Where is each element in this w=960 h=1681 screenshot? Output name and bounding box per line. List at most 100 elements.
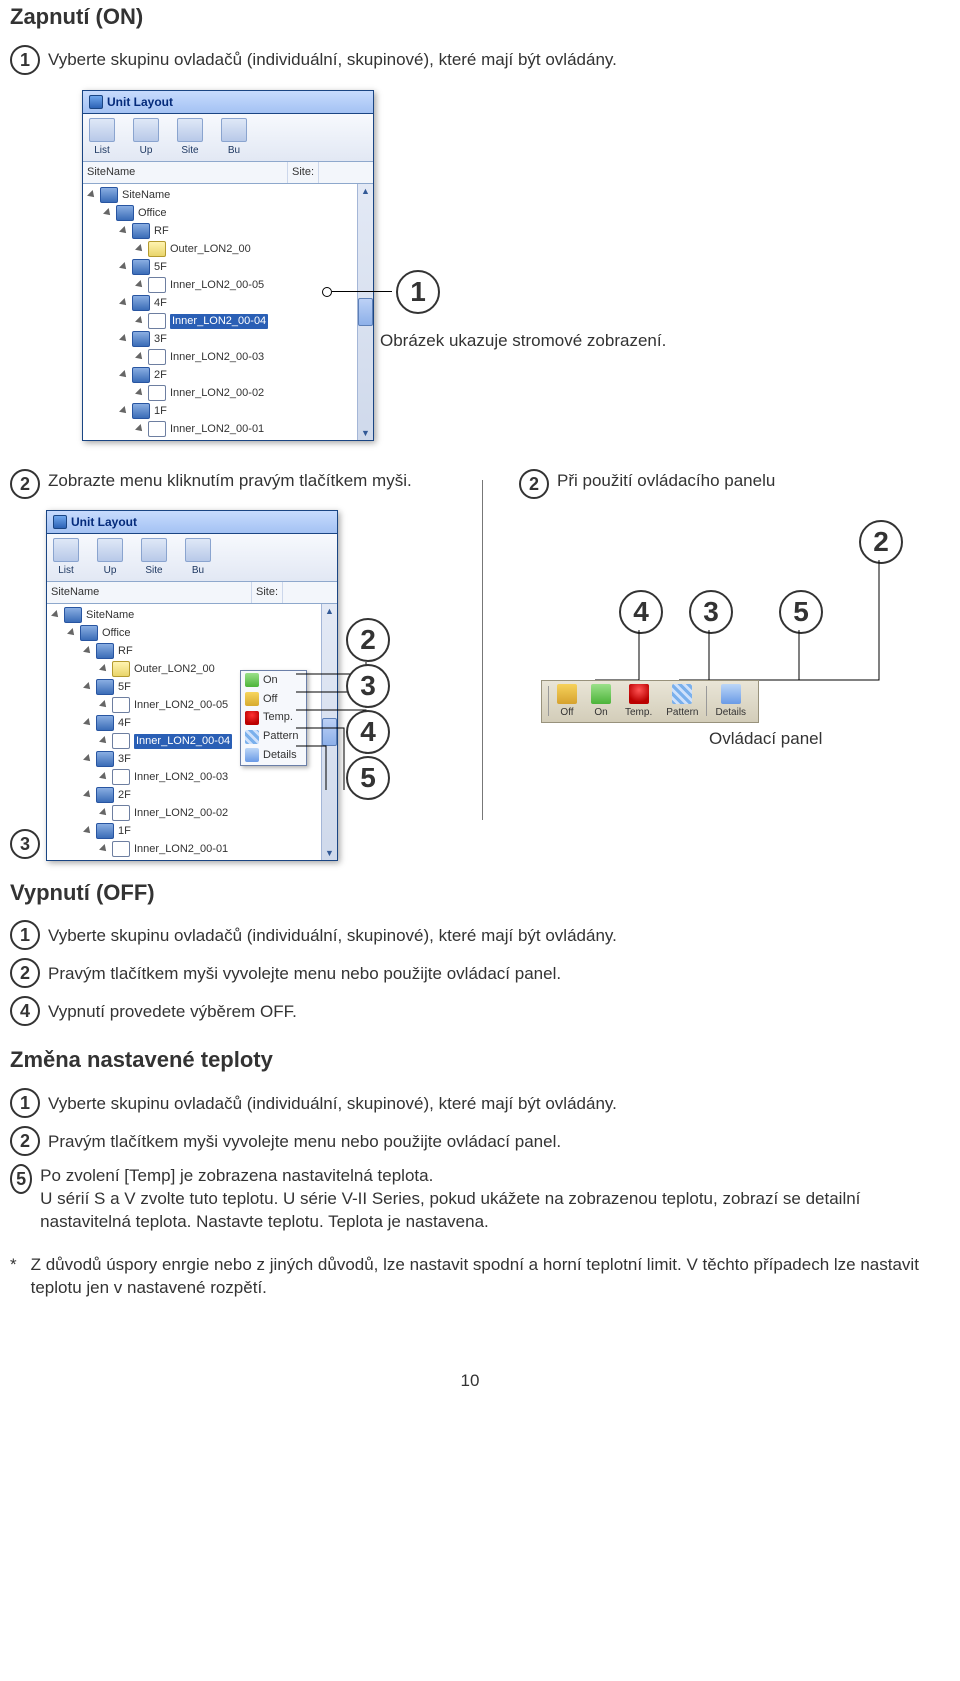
node-icon [132,331,150,347]
tree-row[interactable]: Inner_LON2_00-01 [85,420,371,438]
expand-icon[interactable] [101,737,109,745]
tree-row[interactable]: SiteName [85,186,371,204]
expand-icon[interactable] [121,263,129,271]
expand-icon[interactable] [121,407,129,415]
expand-icon[interactable] [69,629,77,637]
tree-header: SiteName Site: [83,162,373,184]
scroll-down-icon[interactable]: ▼ [360,426,371,440]
expand-icon[interactable] [85,719,93,727]
toolbar-site[interactable]: Site [177,118,203,158]
tree-row[interactable]: SiteName [49,606,335,624]
tree-row[interactable]: Office [85,204,371,222]
node-icon [132,223,150,239]
tree-node-label: Outer_LON2_00 [134,662,215,677]
expand-icon[interactable] [137,281,145,289]
panel-leader-lines [519,510,939,690]
vertical-divider [482,480,483,820]
tree-row[interactable]: 1F [85,402,371,420]
tree-row[interactable]: Office [49,624,335,642]
tree-row[interactable]: Inner_LON2_00-03 [85,348,371,366]
node-icon [96,751,114,767]
expand-icon[interactable] [137,245,145,253]
expand-icon[interactable] [101,809,109,817]
expand-icon[interactable] [137,353,145,361]
callout-number-1: 1 [396,270,440,314]
panel-temp[interactable]: Temp. [619,684,658,720]
window-title-bar: Unit Layout [83,91,373,114]
step-text: Vyberte skupinu ovladačů (individuální, … [48,49,617,72]
expand-icon[interactable] [121,227,129,235]
toolbar-up[interactable]: Up [133,118,159,158]
tree-node-label: Outer_LON2_00 [170,242,251,257]
on-icon [591,684,611,704]
list-icon [53,538,79,562]
step-5-text-b: U sérií S a V zvolte tuto teplotu. U sér… [40,1189,860,1231]
bu-icon [185,538,211,562]
tree-node-label: RF [118,644,133,659]
temp-icon [245,711,259,725]
tree-row[interactable]: RF [85,222,371,240]
window-icon [89,95,103,109]
expand-icon[interactable] [137,317,145,325]
tree-node-label: 4F [118,716,131,731]
tree-row[interactable]: 1F [49,822,335,840]
toolbar-bu[interactable]: Bu [185,538,211,578]
expand-icon[interactable] [137,425,145,433]
separator [706,686,707,716]
node-icon [112,697,130,713]
bu-icon [221,118,247,142]
tree-row[interactable]: RF [49,642,335,660]
toolbar-bu[interactable]: Bu [221,118,247,158]
expand-icon[interactable] [121,371,129,379]
callout-1: 1 [322,270,440,314]
tree-row[interactable]: 2F [85,366,371,384]
expand-icon[interactable] [137,389,145,397]
expand-icon[interactable] [85,683,93,691]
tree-row[interactable]: Inner_LON2_00-03 [49,768,335,786]
panel-on[interactable]: On [585,684,617,720]
tree-row[interactable]: 3F [85,330,371,348]
tree-node-label: 5F [118,680,131,695]
toolbar-site[interactable]: Site [141,538,167,578]
expand-icon[interactable] [85,647,93,655]
scroll-up-icon[interactable]: ▲ [324,604,335,618]
tree-node-label: Inner_LON2_00-03 [134,770,228,785]
control-panel: Off On Temp. Pattern Details [541,680,759,724]
expand-icon[interactable] [121,335,129,343]
tree-row[interactable]: Inner_LON2_00-02 [85,384,371,402]
expand-icon[interactable] [105,209,113,217]
tree-row[interactable]: Inner_LON2_00-04 [85,312,371,330]
tree-node-label: 4F [154,296,167,311]
panel-pattern[interactable]: Pattern [660,684,704,720]
scroll-down-icon[interactable]: ▼ [324,846,335,860]
expand-icon[interactable] [101,701,109,709]
tree-node-label: Inner_LON2_00-05 [134,698,228,713]
tree-row[interactable]: Inner_LON2_00-02 [49,804,335,822]
panel-details[interactable]: Details [709,684,752,720]
node-icon [64,607,82,623]
expand-icon[interactable] [101,665,109,673]
expand-icon[interactable] [101,773,109,781]
expand-icon[interactable] [101,845,109,853]
asterisk: * [10,1254,17,1300]
heading-vypnuti-off: Vypnutí (OFF) [10,878,930,908]
expand-icon[interactable] [121,299,129,307]
node-icon [148,277,166,293]
toolbar-list[interactable]: List [53,538,79,578]
tree-row[interactable]: Inner_LON2_00-01 [49,840,335,858]
panel-off[interactable]: Off [551,684,583,720]
scroll-up-icon[interactable]: ▲ [360,184,371,198]
node-icon [112,661,130,677]
tree-node-label: Inner_LON2_00-04 [134,734,232,749]
expand-icon[interactable] [89,191,97,199]
expand-icon[interactable] [53,611,61,619]
tree-row[interactable]: 2F [49,786,335,804]
expand-icon[interactable] [85,755,93,763]
details-icon [245,748,259,762]
node-icon [148,421,166,437]
expand-icon[interactable] [85,791,93,799]
tree-row[interactable]: Outer_LON2_00 [85,240,371,258]
expand-icon[interactable] [85,827,93,835]
toolbar-list[interactable]: List [89,118,115,158]
toolbar-up[interactable]: Up [97,538,123,578]
